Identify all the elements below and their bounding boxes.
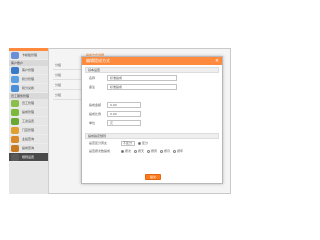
radio-label: 按次: [125, 149, 132, 153]
radio-dot[interactable]: [134, 149, 138, 153]
amount-field[interactable]: 0.00: [107, 101, 141, 108]
radio-option[interactable]: 按天: [134, 149, 144, 153]
radio-dot[interactable]: [138, 141, 141, 145]
radio-label: 按年: [177, 149, 184, 153]
gender-rule-label: 是否区分男女: [89, 141, 108, 145]
remark-label: 备注: [89, 84, 96, 89]
wallet-icon: [11, 117, 19, 125]
form-spacer: [82, 127, 222, 131]
radio-label: 按天: [138, 149, 145, 153]
form-row-name: 名称 标准提成: [85, 73, 219, 82]
gift-icon: [11, 84, 19, 92]
period-rule-label: 是否按次数提成: [89, 149, 111, 153]
sidebar-item[interactable]: 业绩查询: [9, 135, 48, 144]
commission-icon: [11, 108, 19, 116]
form-row-amount: 提成金额 0.00: [85, 100, 219, 109]
sidebar-item-label: 业绩查询: [22, 137, 35, 141]
sidebar-item-label: 工资设置: [22, 119, 35, 123]
sidebar: 卡模板管理 客户账户 客户管理 积分管理 积分兑换 员工服务管理 员工管理 提成管理 工资设置门…: [9, 48, 49, 194]
unit-field[interactable]: 元: [107, 119, 141, 126]
radio-option[interactable]: 按次: [121, 149, 131, 153]
radio-option[interactable]: 按周: [147, 149, 157, 153]
radio-dot[interactable]: [160, 149, 164, 153]
dialog-titlebar: 编辑提成方式 ×: [82, 57, 222, 65]
edit-dialog: 编辑提成方式 × 基本设置 名称 标准提成 备注 标准提成 提成金额 0.00 …: [81, 56, 223, 184]
ratio-field[interactable]: 0.00: [107, 110, 141, 117]
name-field[interactable]: 标准提成: [107, 74, 177, 81]
store-icon: [11, 126, 19, 134]
radio-option[interactable]: 区分: [138, 141, 148, 145]
sidebar-item[interactable]: 客户管理: [9, 66, 48, 75]
sidebar-item[interactable]: 规则设置: [9, 153, 48, 162]
sidebar-item-label: 提成查询: [22, 146, 35, 150]
search-icon: [11, 144, 19, 152]
sidebar-item-label: 积分管理: [22, 77, 35, 81]
radio-label: 区分: [142, 141, 149, 145]
radio-label: 按周: [151, 149, 158, 153]
unit-label: 单位: [89, 120, 96, 125]
sidebar-item-label: 提成管理: [22, 110, 35, 114]
radio-row-period: 是否按次数提成 按次 按天 按周 按月 按年: [85, 147, 219, 155]
sidebar-item[interactable]: 工资设置: [9, 117, 48, 126]
sidebar-item-label: 门店管理: [22, 128, 35, 132]
form-spacer: [82, 91, 222, 100]
remark-field[interactable]: 标准提成: [107, 83, 177, 90]
settings-icon: [11, 153, 19, 161]
form-row-remark: 备注 标准提成: [85, 82, 219, 91]
close-icon[interactable]: ×: [214, 58, 220, 64]
submit-button[interactable]: 提交: [145, 174, 161, 180]
ratio-label: 提成比例: [89, 111, 102, 116]
form-row-ratio: 提成比例 0.00: [85, 109, 219, 118]
sidebar-item-label: 客户管理: [22, 68, 35, 72]
sidebar-item[interactable]: 提成管理: [9, 108, 48, 117]
chart-icon: [11, 135, 19, 143]
sidebar-item[interactable]: 门店管理: [9, 126, 48, 135]
sidebar-item-label: 积分兑换: [22, 86, 35, 90]
card-icon: [11, 51, 19, 59]
radio-option[interactable]: 按年: [173, 149, 183, 153]
gender-select[interactable]: 不区分: [121, 140, 135, 146]
dialog-title: 编辑提成方式: [86, 58, 110, 63]
radio-dot[interactable]: [147, 149, 151, 153]
staff-icon: [11, 99, 19, 107]
sidebar-item[interactable]: 积分管理: [9, 75, 48, 84]
amount-label: 提成金额: [89, 102, 102, 107]
sidebar-item-label: 员工管理: [22, 101, 35, 105]
name-label: 名称: [89, 75, 96, 80]
sidebar-item[interactable]: 员工管理: [9, 99, 48, 108]
form-row-unit: 单位 元: [85, 118, 219, 127]
radio-label: 按月: [164, 149, 171, 153]
radio-dot[interactable]: [121, 149, 124, 153]
sidebar-item[interactable]: 卡模板管理: [9, 51, 48, 60]
sidebar-item-label: 规则设置: [22, 155, 35, 159]
sidebar-item-label: 卡模板管理: [22, 53, 38, 57]
user-icon: [11, 66, 19, 74]
sidebar-item[interactable]: 提成查询: [9, 144, 48, 153]
radio-dot[interactable]: [173, 149, 177, 153]
sidebar-item[interactable]: 积分兑换: [9, 84, 48, 93]
radio-option[interactable]: 按月: [160, 149, 170, 153]
coin-icon: [11, 75, 19, 83]
sidebar-list: 卡模板管理 客户账户 客户管理 积分管理 积分兑换 员工服务管理 员工管理 提成管理 工资设置门…: [9, 51, 48, 162]
radio-row-gender: 是否区分男女 不区分 区分: [85, 139, 219, 147]
